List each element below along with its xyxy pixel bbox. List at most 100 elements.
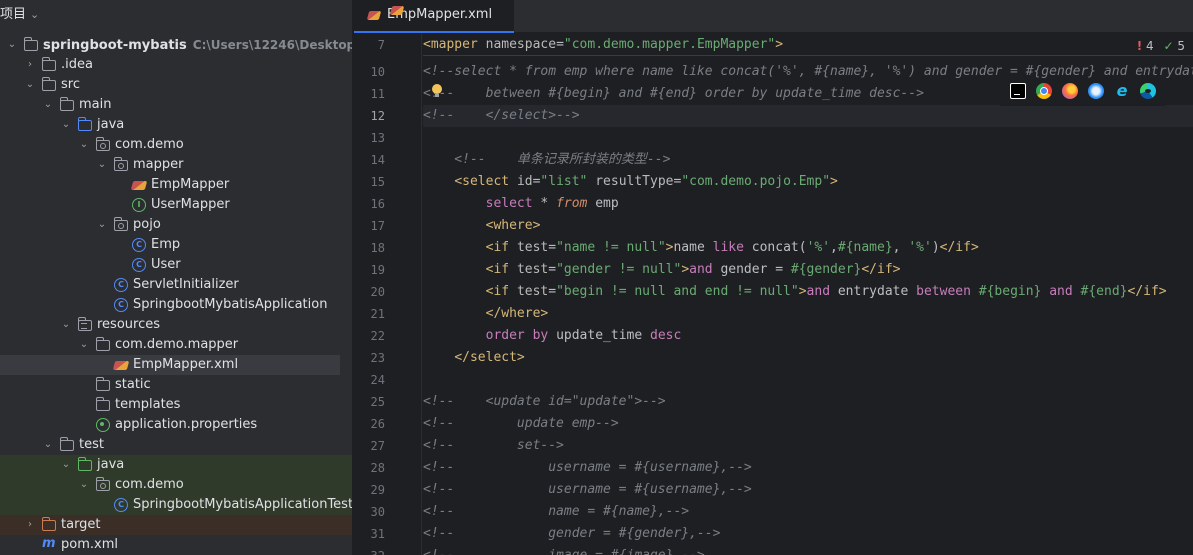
code-line[interactable]: <!-- 单条记录所封装的类型--> (423, 149, 670, 171)
chevron-down-icon[interactable]: ⌄ (60, 115, 72, 135)
tree-item-label: src (61, 77, 80, 92)
code-line[interactable]: <!-- </select>--> (423, 105, 1193, 127)
mybatis-mapper-gutter-icon[interactable] (389, 6, 405, 15)
tree-item[interactable]: ⌄ main (0, 95, 352, 115)
code-token: namespace (485, 37, 557, 52)
inspection-widget[interactable]: ! 4 ✓ 5 (1137, 37, 1185, 55)
code-token: <!--select * from emp where name like co… (423, 64, 1193, 79)
code-line[interactable]: <select id="list" resultType="com.demo.p… (423, 171, 838, 193)
chevron-down-icon[interactable]: ⌄ (42, 435, 54, 455)
lightbulb-icon[interactable] (432, 84, 442, 97)
chevron-down-icon[interactable]: ⌄ (42, 95, 54, 115)
intellij-browser-icon[interactable] (1010, 83, 1026, 99)
test-source-folder-icon (77, 457, 92, 471)
code-line[interactable]: <!-- image = #{image},--> (423, 545, 705, 555)
code-line[interactable]: <!-- username = #{username},--> (423, 457, 752, 479)
tree-item[interactable]: C SpringbootMybatisApplicationTests (0, 495, 352, 515)
line-number: 14 (370, 153, 385, 167)
code-line[interactable]: <!-- between #{begin} and #{end} order b… (423, 83, 924, 105)
code-line[interactable]: <!-- gender = #{gender},--> (423, 523, 720, 545)
chevron-down-icon[interactable]: ⌄ (24, 75, 36, 95)
chevron-down-icon[interactable]: ⌄ (96, 155, 108, 175)
code-line[interactable]: <if test="gender != null">and gender = #… (423, 259, 901, 281)
code-token: #{begin} (978, 284, 1050, 299)
tree-item[interactable]: C User (0, 255, 352, 275)
tree-item-label: java (97, 117, 125, 132)
code-line[interactable]: </where> (423, 303, 549, 325)
tree-item[interactable]: application.properties (0, 415, 352, 435)
chevron-down-icon[interactable]: ⌄ (96, 215, 108, 235)
code-token: </select> (454, 350, 525, 365)
tree-item[interactable]: EmpMapper (0, 175, 352, 195)
excluded-folder-icon (41, 517, 56, 531)
code-line[interactable]: order by update_time desc (423, 325, 682, 347)
tree-item[interactable]: ⌄ java (0, 455, 352, 475)
tree-item[interactable]: ⌄ test (0, 435, 352, 455)
code-line[interactable]: <!-- <update id="update">--> (423, 391, 666, 413)
tree-item[interactable]: › .idea (0, 55, 352, 75)
code-line[interactable]: <mapper namespace="com.demo.mapper.EmpMa… (423, 34, 1193, 56)
folder-icon (95, 377, 110, 391)
tree-item[interactable]: ⌄ pojo (0, 215, 352, 235)
tree-item[interactable]: ⌄ com.demo.mapper (0, 335, 352, 355)
chevron-down-icon[interactable]: ⌄ (78, 335, 90, 355)
code-line[interactable]: <!-- name = #{name},--> (423, 501, 689, 523)
internet-explorer-icon[interactable]: e (1114, 83, 1130, 99)
code-line[interactable]: <!-- username = #{username},--> (423, 479, 752, 501)
tree-item[interactable]: m pom.xml (0, 535, 352, 555)
safari-icon[interactable] (1088, 83, 1104, 99)
tree-item[interactable]: C Emp (0, 235, 352, 255)
tree-item[interactable]: ⌄ resources (0, 315, 352, 335)
chevron-right-icon[interactable]: › (24, 55, 36, 75)
tab-empmapper-xml[interactable]: EmpMapper.xml (354, 0, 514, 33)
code-line[interactable]: <!-- set--> (423, 435, 564, 457)
code-editor[interactable]: <!--select * from emp where name like co… (423, 34, 1193, 555)
mybatis-mapper-icon (130, 181, 148, 190)
tree-item[interactable]: I UserMapper (0, 195, 352, 215)
code-token: #{name} (837, 240, 893, 255)
code-token: "gender != null" (556, 262, 682, 277)
tree-item-label: static (115, 377, 151, 392)
tree-item[interactable]: static (0, 375, 352, 395)
code-line[interactable]: </select> (423, 347, 525, 369)
chevron-down-icon[interactable]: ⌄ (78, 475, 90, 495)
tree-item[interactable]: ⌄ java (0, 115, 352, 135)
tree-item[interactable]: ⌄ springboot-mybatis C:\Users\12246\Deskto… (0, 35, 352, 55)
firefox-icon[interactable] (1062, 83, 1078, 99)
code-token: between (916, 284, 979, 299)
tree-item[interactable]: C SpringbootMybatisApplication (0, 295, 352, 315)
tree-item-label: resources (97, 317, 161, 332)
code-token: <select (454, 174, 517, 189)
chevron-right-icon[interactable]: › (24, 515, 36, 535)
tree-item[interactable]: templates (0, 395, 352, 415)
code-line[interactable]: <if test="begin != null and end != null"… (423, 281, 1167, 303)
chevron-down-icon[interactable]: ⌄ (60, 315, 72, 335)
code-line[interactable]: <!-- update emp--> (423, 413, 619, 435)
chrome-icon[interactable] (1036, 83, 1052, 99)
edge-icon[interactable] (1140, 83, 1156, 99)
tree-item[interactable]: ⌄ com.demo (0, 475, 352, 495)
code-line[interactable]: <if test="name != null">name like concat… (423, 237, 979, 259)
line-number: 21 (370, 307, 385, 321)
chevron-down-icon[interactable]: ⌄ (60, 455, 72, 475)
chevron-down-icon[interactable]: ⌄ (30, 0, 39, 30)
tree-item[interactable]: ⌄ com.demo (0, 135, 352, 155)
mybatis-xml-icon (366, 11, 382, 20)
chevron-down-icon[interactable]: ⌄ (6, 35, 18, 55)
tree-item[interactable]: ⌄ src (0, 75, 352, 95)
tree-item[interactable]: › target (0, 515, 352, 535)
editor-gutter[interactable]: 10 11 12 13 14 15 16 17 18 19 20 21 22 23 24 25 26 27 28 29… (354, 34, 422, 555)
line-number: 17 (370, 219, 385, 233)
tree-item[interactable]: ⌄ mapper (0, 155, 352, 175)
project-header[interactable]: 项目 ⌄ (0, 0, 352, 30)
chevron-down-icon[interactable]: ⌄ (78, 135, 90, 155)
code-token: #{end} (1080, 284, 1128, 299)
tree-item[interactable]: C ServletInitializer (0, 275, 352, 295)
code-line[interactable]: <where> (423, 215, 541, 237)
code-line[interactable]: select * from emp (423, 193, 619, 215)
tree-item[interactable]: EmpMapper.xml (0, 355, 340, 375)
line-number: 32 (345, 545, 385, 555)
tree-item-label: SpringbootMybatisApplicationTests (133, 497, 353, 512)
